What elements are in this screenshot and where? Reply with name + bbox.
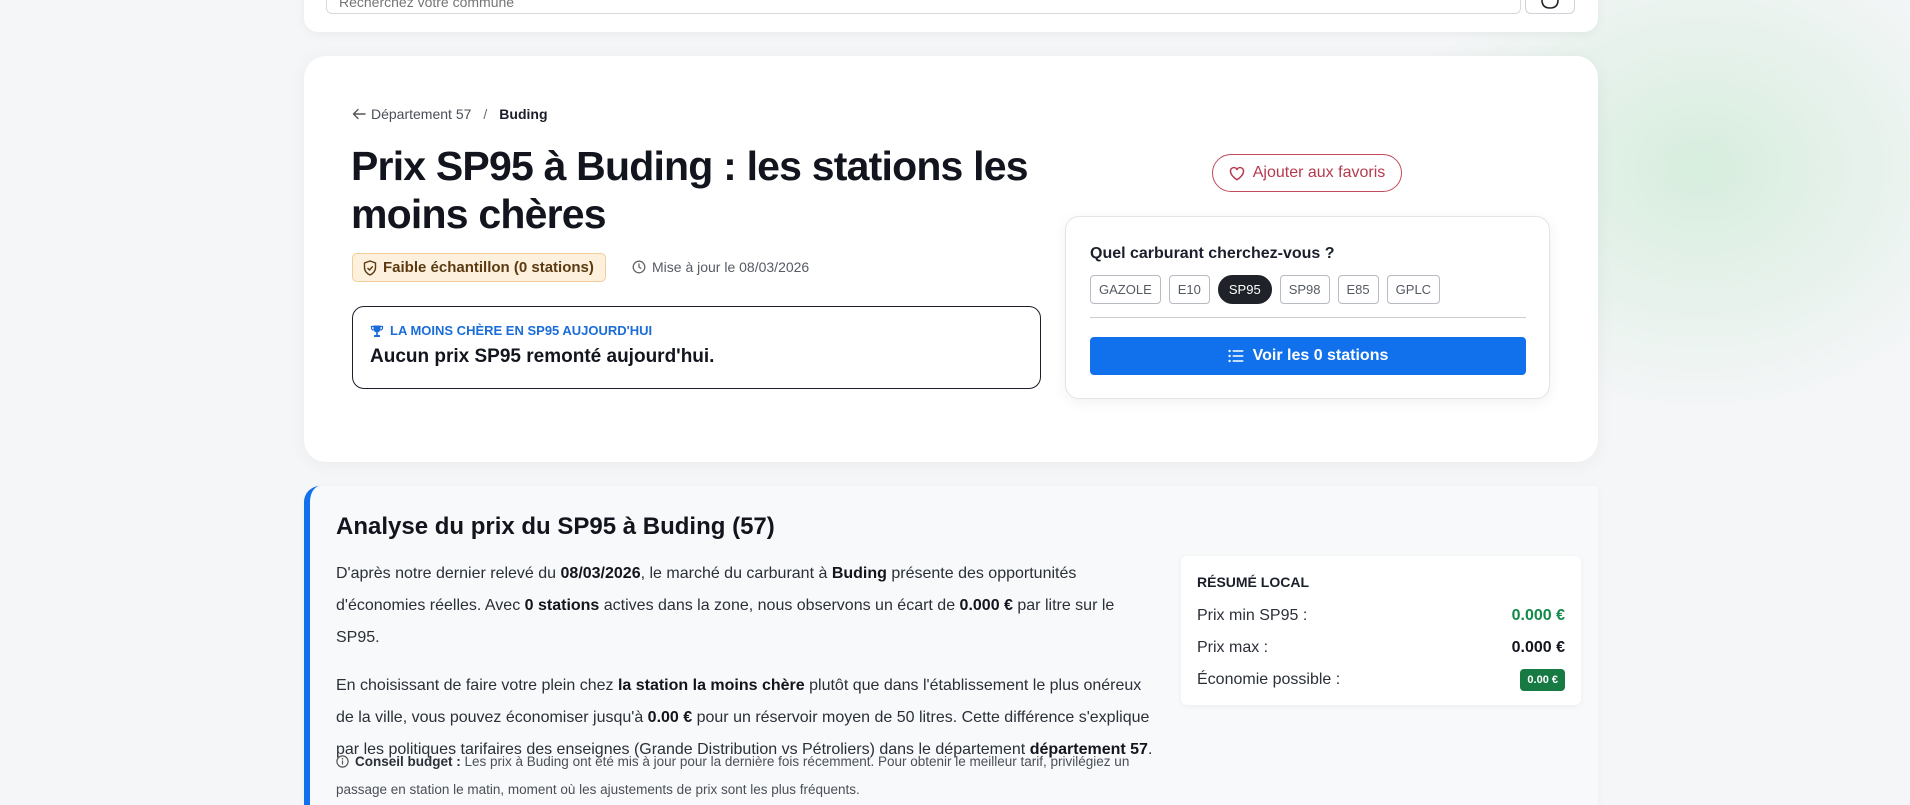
- heart-icon: [1229, 166, 1245, 181]
- view-stations-button[interactable]: Voir les 0 stations: [1090, 337, 1526, 375]
- last-updated-text: Mise à jour le 08/03/2026: [652, 259, 810, 275]
- text: , le marché du carburant à: [640, 565, 832, 582]
- clock-icon: [632, 260, 646, 274]
- view-stations-label: Voir les 0 stations: [1252, 347, 1389, 364]
- city-name: Buding: [831, 565, 887, 582]
- price-gap: 0.000 €: [959, 597, 1013, 614]
- add-to-favorites-button[interactable]: Ajouter aux favoris: [1212, 154, 1402, 192]
- sample-warning-badge: Faible échantillon (0 stations): [352, 253, 606, 282]
- survey-date: 08/03/2026: [560, 565, 641, 582]
- fuel-chip-sp98[interactable]: SP98: [1279, 275, 1330, 304]
- summary-row-saving: Économie possible : 0.00 €: [1197, 664, 1565, 696]
- cheapest-kicker-text: LA MOINS CHÈRE EN SP95 AUJOURD'HUI: [390, 323, 653, 338]
- add-to-favorites-label: Ajouter aux favoris: [1252, 164, 1386, 181]
- budget-tip-label: Conseil budget :: [355, 754, 461, 769]
- list-icon: [1228, 349, 1244, 363]
- shield-check-icon: [363, 259, 377, 276]
- arrow-left-icon: [352, 108, 366, 120]
- cheapest-station-box: LA MOINS CHÈRE EN SP95 AUJOURD'HUI Aucun…: [352, 306, 1041, 389]
- text: D'après notre dernier relevé du: [336, 565, 561, 582]
- local-summary-card: RÉSUMÉ LOCAL Prix min SP95 : 0.000 € Pri…: [1181, 556, 1581, 705]
- location-icon: [1539, 0, 1561, 10]
- saving-label: Économie possible :: [1197, 671, 1341, 688]
- max-saving: 0.00 €: [647, 709, 693, 726]
- price-analysis-section: Analyse du prix du SP95 à Buding (57) D'…: [304, 486, 1598, 805]
- page-title: Prix SP95 à Buding : les stations les mo…: [351, 143, 1029, 237]
- fuel-selector-card: Quel carburant cherchez-vous ? GAZOLE E1…: [1065, 216, 1550, 399]
- locate-button[interactable]: [1525, 0, 1575, 14]
- fuel-chip-e10[interactable]: E10: [1168, 275, 1210, 304]
- summary-title: RÉSUMÉ LOCAL: [1197, 574, 1309, 590]
- divider: [1090, 317, 1526, 318]
- cheapest-station-phrase: la station la moins chère: [617, 677, 805, 694]
- max-price-label: Prix max :: [1197, 639, 1269, 656]
- last-updated: Mise à jour le 08/03/2026: [632, 259, 809, 275]
- text: actives dans la zone, nous observons un …: [599, 597, 960, 614]
- info-icon: [336, 755, 349, 768]
- fuel-chip-gplc[interactable]: GPLC: [1386, 275, 1441, 304]
- trophy-icon: [370, 324, 384, 338]
- fuel-chip-e85[interactable]: E85: [1337, 275, 1379, 304]
- max-price-value: 0.000 €: [1511, 639, 1565, 656]
- cheapest-result-text: Aucun prix SP95 remonté aujourd'hui.: [370, 346, 715, 367]
- fuel-chip-sp95[interactable]: SP95: [1217, 275, 1272, 304]
- search-input[interactable]: [326, 0, 1521, 14]
- fuel-chip-group: GAZOLE E10 SP95 SP98 E85 GPLC: [1090, 275, 1441, 304]
- search-bar: [304, 0, 1598, 32]
- min-price-value: 0.000 €: [1511, 607, 1565, 624]
- cheapest-kicker: LA MOINS CHÈRE EN SP95 AUJOURD'HUI: [370, 323, 1023, 338]
- sample-warning-text: Faible échantillon (0 stations): [383, 259, 594, 276]
- summary-row-max: Prix max : 0.000 €: [1197, 632, 1565, 664]
- breadcrumb-back-link[interactable]: Département 57: [352, 106, 471, 122]
- summary-row-min: Prix min SP95 : 0.000 €: [1197, 600, 1565, 632]
- fuel-chip-gazole[interactable]: GAZOLE: [1090, 275, 1161, 304]
- breadcrumb-separator: /: [483, 106, 488, 122]
- hero-card: Département 57 / Buding Prix SP95 à Budi…: [304, 56, 1598, 462]
- breadcrumb-parent: Département 57: [371, 106, 472, 122]
- min-price-label: Prix min SP95 :: [1197, 607, 1308, 624]
- text: En choisissant de faire votre plein chez: [336, 677, 618, 694]
- budget-tip: Conseil budget : Les prix à Buding ont é…: [336, 748, 1162, 804]
- breadcrumb-current: Buding: [499, 106, 548, 122]
- saving-badge: 0.00 €: [1520, 669, 1565, 691]
- analysis-paragraph-1: D'après notre dernier relevé du 08/03/20…: [336, 558, 1162, 654]
- analysis-title: Analyse du prix du SP95 à Buding (57): [336, 513, 775, 540]
- fuel-question: Quel carburant cherchez-vous ?: [1090, 245, 1335, 262]
- breadcrumb: Département 57 / Buding: [352, 106, 548, 122]
- station-count: 0 stations: [524, 597, 600, 614]
